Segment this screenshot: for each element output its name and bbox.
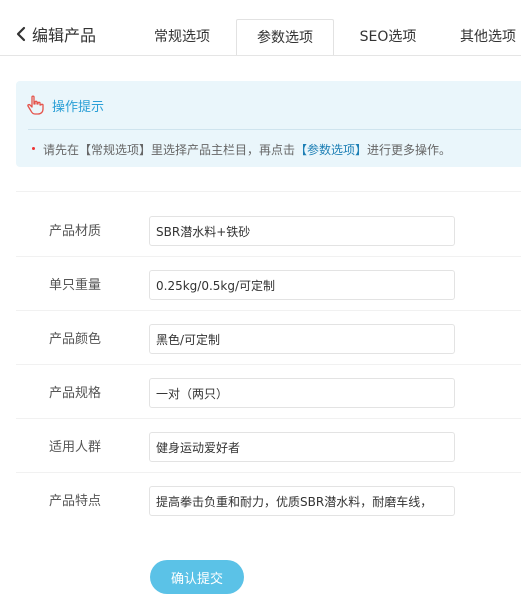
tip-text-highlight: 【参数选项】 [295, 143, 368, 157]
bullet-dot-icon [32, 147, 35, 150]
form-top-divider [16, 191, 521, 192]
field-label-material: 产品材质 [49, 224, 102, 239]
field-label-audience: 适用人群 [49, 440, 102, 455]
color-input[interactable] [149, 324, 455, 354]
tab-other[interactable]: 其他选项 [446, 19, 521, 55]
page-title: 编辑产品 [32, 26, 97, 45]
tab-general[interactable]: 常规选项 [140, 19, 224, 55]
form-row-material: 产品材质 [16, 202, 521, 257]
submit-button[interactable]: 确认提交 [150, 560, 244, 594]
field-label-spec: 产品规格 [49, 386, 102, 401]
pointing-hand-icon [27, 95, 44, 115]
form-row-features: 产品特点 [16, 472, 521, 526]
tip-title: 操作提示 [52, 99, 105, 115]
weight-input[interactable] [149, 270, 455, 300]
form-row-audience: 适用人群 [16, 418, 521, 473]
field-label-weight: 单只重量 [49, 278, 102, 293]
form-row-color: 产品颜色 [16, 310, 521, 365]
tab-divider [0, 55, 521, 56]
tip-divider [28, 129, 521, 130]
audience-input[interactable] [149, 432, 455, 462]
back-link[interactable]: 编辑产品 [14, 22, 96, 46]
header: 编辑产品 常规选项 参数选项 SEO选项 其他选项 [0, 0, 521, 56]
field-label-color: 产品颜色 [49, 332, 102, 347]
chevron-left-icon [16, 26, 26, 42]
form-row-spec: 产品规格 [16, 364, 521, 419]
tab-seo[interactable]: SEO选项 [346, 19, 430, 55]
tip-text-before: 请先在【常规选项】里选择产品主栏目，再点击 [43, 143, 296, 157]
tip-header: 操作提示 [26, 95, 104, 115]
material-input[interactable] [149, 216, 455, 246]
spec-input[interactable] [149, 378, 455, 408]
field-label-features: 产品特点 [49, 494, 102, 509]
tab-parameters[interactable]: 参数选项 [236, 19, 334, 56]
tip-text-after: 进行更多操作。 [367, 143, 452, 157]
features-input[interactable] [149, 486, 455, 516]
operation-tip-panel: 操作提示 请先在【常规选项】里选择产品主栏目，再点击【参数选项】进行更多操作。 [16, 81, 521, 167]
form-row-weight: 单只重量 [16, 256, 521, 311]
tip-text: 请先在【常规选项】里选择产品主栏目，再点击【参数选项】进行更多操作。 [32, 141, 451, 158]
